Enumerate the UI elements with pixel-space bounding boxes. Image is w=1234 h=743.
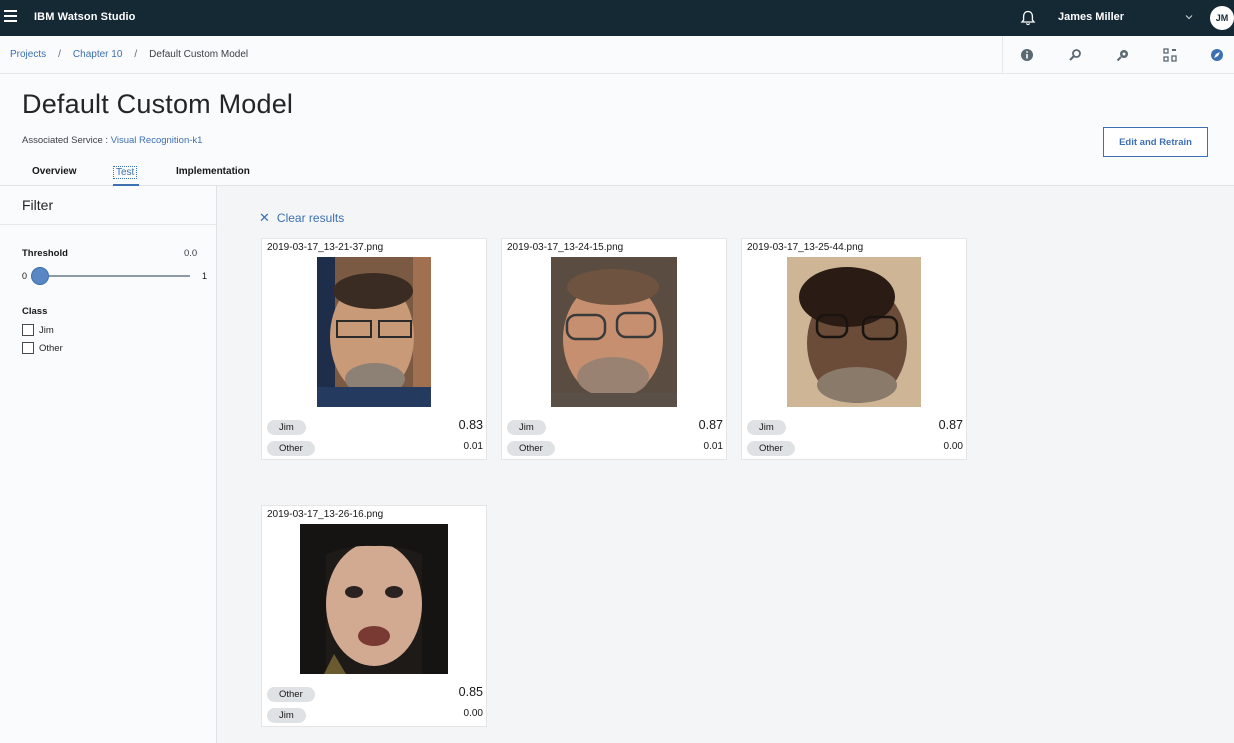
divider [0,224,217,225]
tab-overview[interactable]: Overview [32,166,76,177]
breadcrumb-chapter[interactable]: Chapter 10 [73,49,122,60]
result-filename: 2019-03-17_13-21-37.png [267,242,384,253]
magic-icon[interactable] [1115,47,1131,63]
edit-and-retrain-button[interactable]: Edit and Retrain [1103,127,1208,157]
class-score: 0.83 [458,418,483,432]
slider-min-label: 0 [22,271,28,281]
clear-results-link[interactable]: ✕ Clear results [259,210,344,226]
compass-icon[interactable] [1209,47,1225,63]
photo [300,524,448,674]
page-header: Default Custom Model Associated Service … [0,74,1234,186]
user-name[interactable]: James Miller [1058,11,1124,23]
threshold-label: Threshold [22,248,68,259]
associated-service-link[interactable]: Visual Recognition-k1 [111,135,203,146]
score-row: Jim 0.87 [507,418,723,436]
checkbox[interactable] [22,342,34,354]
class-score: 0.87 [938,418,963,432]
checkbox-label: Jim [39,324,54,336]
class-label: Class [22,306,48,317]
filter-sidebar: Filter Threshold 0.0 0 1 Class Jim Other [0,186,217,743]
filter-title: Filter [22,197,54,213]
checkbox-label: Other [39,342,63,354]
class-score: 0.01 [463,441,483,452]
score-row: Other 0.01 [267,441,483,457]
breadcrumb-bar: Projects / Chapter 10 / Default Custom Model [0,36,1234,74]
class-filter-other[interactable]: Other [22,341,63,355]
breadcrumb-separator: / [134,49,138,60]
result-filename: 2019-03-17_13-26-16.png [267,509,384,520]
result-card[interactable]: 2019-03-17_13-24-15.png Jim 0.87 Other 0… [501,238,727,460]
class-tag: Jim [267,708,306,723]
find-icon[interactable] [1067,47,1083,63]
score-row: Other 0.85 [267,685,483,703]
result-card[interactable]: 2019-03-17_13-25-44.png Jim 0.87 Other 0… [741,238,967,460]
class-tag: Other [747,441,795,456]
class-score: 0.00 [943,441,963,452]
photo [787,257,921,407]
class-tag: Other [507,441,555,456]
class-filter-jim[interactable]: Jim [22,323,54,337]
tab-test[interactable]: Test [113,166,138,179]
breadcrumb-separator: / [58,49,61,60]
class-tag: Jim [267,420,306,435]
checkbox[interactable] [22,324,34,336]
class-score: 0.00 [463,708,483,719]
associated-service-label: Associated Service : [22,135,111,146]
class-tag: Other [267,441,315,456]
class-tag: Jim [747,420,786,435]
top-bar: IBM Watson Studio James Miller JM [0,0,1234,36]
class-score: 0.01 [703,441,723,452]
result-card[interactable]: 2019-03-17_13-21-37.png Jim 0.83 Other 0… [261,238,487,460]
close-icon: ✕ [259,210,270,225]
chevron-down-icon[interactable] [1184,12,1194,22]
score-row: Jim 0.87 [747,418,963,436]
score-row: Other 0.01 [507,441,723,457]
info-icon[interactable] [1019,47,1035,63]
photo [551,257,677,407]
class-tag: Jim [507,420,546,435]
threshold-slider-handle[interactable] [31,267,49,285]
class-score: 0.87 [698,418,723,432]
breadcrumb-current: Default Custom Model [149,49,249,60]
associated-service: Associated Service : Visual Recognition-… [22,135,202,146]
menu-icon[interactable] [4,10,17,23]
class-tag: Other [267,687,315,702]
grid-icon[interactable] [1162,47,1178,63]
photo [317,257,431,407]
slider-max-label: 1 [202,271,208,281]
breadcrumb: Projects / Chapter 10 / Default Custom Model [10,49,248,60]
threshold-slider-track[interactable] [34,275,190,277]
threshold-value: 0.0 [184,248,198,259]
avatar[interactable]: JM [1210,6,1234,30]
score-row: Jim 0.00 [267,708,483,724]
breadcrumb-projects[interactable]: Projects [10,49,46,60]
tab-implementation[interactable]: Implementation [176,166,250,177]
result-filename: 2019-03-17_13-24-15.png [507,242,624,253]
action-toolbar [1002,36,1234,74]
clear-results-label: Clear results [276,211,345,225]
score-row: Jim 0.83 [267,418,483,436]
app-title[interactable]: IBM Watson Studio [34,11,136,23]
result-filename: 2019-03-17_13-25-44.png [747,242,864,253]
score-row: Other 0.00 [747,441,963,457]
page-title: Default Custom Model [22,89,294,119]
notification-bell-icon[interactable] [1019,9,1037,27]
result-card[interactable]: 2019-03-17_13-26-16.png Other 0.85 Jim 0… [261,505,487,727]
class-score: 0.85 [458,685,483,699]
